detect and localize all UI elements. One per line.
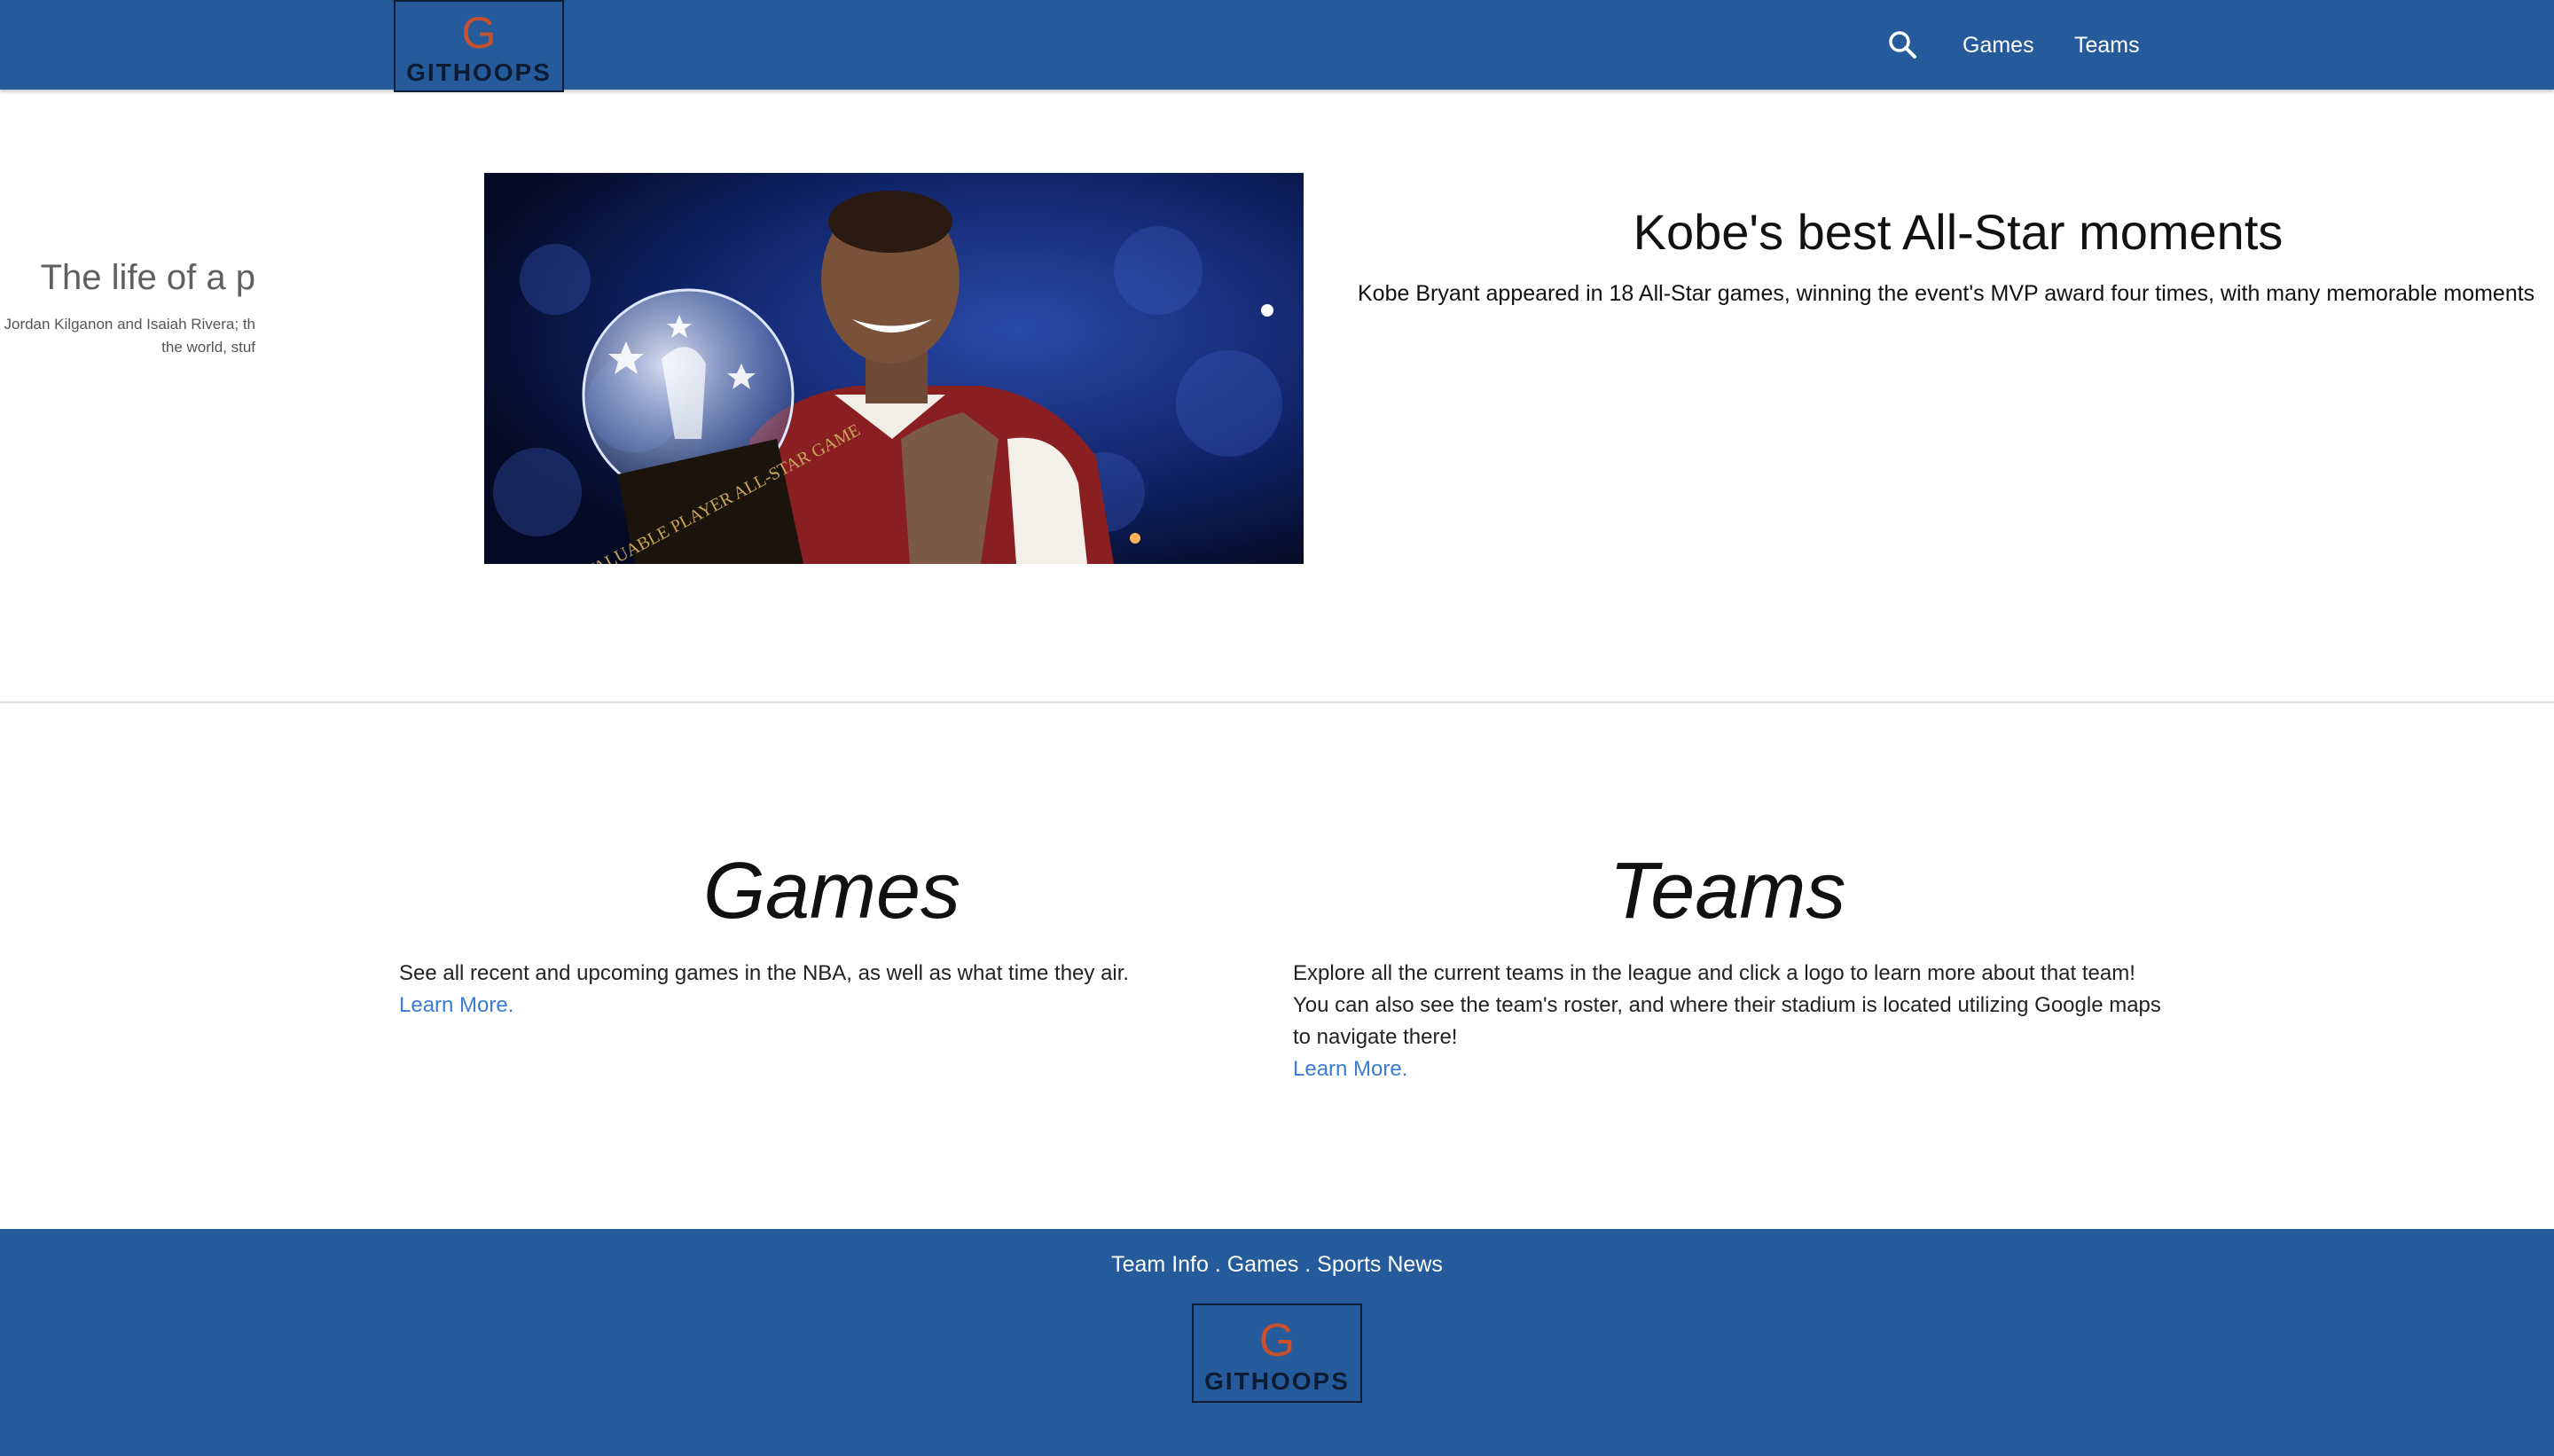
previous-slide-title: The life of a p	[40, 258, 255, 297]
logo-letter: G	[461, 8, 497, 58]
news-carousel: The life of a p Jordan Kilganon and Isai…	[0, 90, 2554, 701]
section-divider	[0, 701, 2554, 703]
games-heading: Games	[702, 847, 961, 935]
logo-wordmark: GITHOOPS	[406, 59, 552, 86]
nav-link-games[interactable]: Games	[1963, 30, 2034, 60]
footer-separator: .	[1208, 1252, 1227, 1277]
footer-link-sports-news[interactable]: Sports News	[1317, 1252, 1443, 1277]
games-description: See all recent and upcoming games in the…	[399, 958, 1197, 1022]
previous-slide-text: Jordan Kilganon and Isaiah Rivera; th th…	[4, 313, 255, 356]
githoops-logo[interactable]: G GITHOOPS	[394, 0, 564, 92]
logo-letter: G	[1258, 1315, 1296, 1366]
logo-wordmark: GITHOOPS	[1204, 1367, 1350, 1395]
search-icon[interactable]	[1885, 28, 1921, 64]
teams-learn-more-link[interactable]: Learn More.	[1293, 1053, 2162, 1085]
footer-link-team-info[interactable]: Team Info	[1111, 1252, 1209, 1277]
slide-image-kobe: MOST VALUABLE PLAYER ALL-STAR GAME	[484, 173, 1304, 564]
previous-slide-text-line: the world, stuf	[161, 339, 255, 356]
teams-description: Explore all the current teams in the lea…	[1293, 958, 2162, 1085]
nav-link-teams[interactable]: Teams	[2074, 30, 2140, 60]
games-learn-more-link[interactable]: Learn More.	[399, 990, 1197, 1022]
footer-links: Team Info . Games . Sports News	[0, 1252, 2554, 1278]
previous-slide-text-line: Jordan Kilganon and Isaiah Rivera; th	[4, 316, 255, 333]
top-navbar: G GITHOOPS Games Teams	[0, 0, 2554, 92]
footer-separator: .	[1298, 1252, 1318, 1277]
previous-slide[interactable]: The life of a p Jordan Kilganon and Isai…	[0, 249, 255, 356]
teams-description-text: Explore all the current teams in the lea…	[1293, 961, 2161, 1049]
footer: Team Info . Games . Sports News G GITHOO…	[0, 1229, 2554, 1456]
games-description-text: See all recent and upcoming games in the…	[399, 961, 1130, 985]
teams-heading: Teams	[1609, 847, 1846, 935]
footer-link-games[interactable]: Games	[1227, 1252, 1299, 1277]
footer-githoops-logo[interactable]: G GITHOOPS	[1192, 1303, 1362, 1403]
slide-caption: Kobe Bryant appeared in 18 All-Star game…	[1358, 281, 2535, 306]
slide-title: Kobe's best All-Star moments	[1633, 204, 2284, 260]
